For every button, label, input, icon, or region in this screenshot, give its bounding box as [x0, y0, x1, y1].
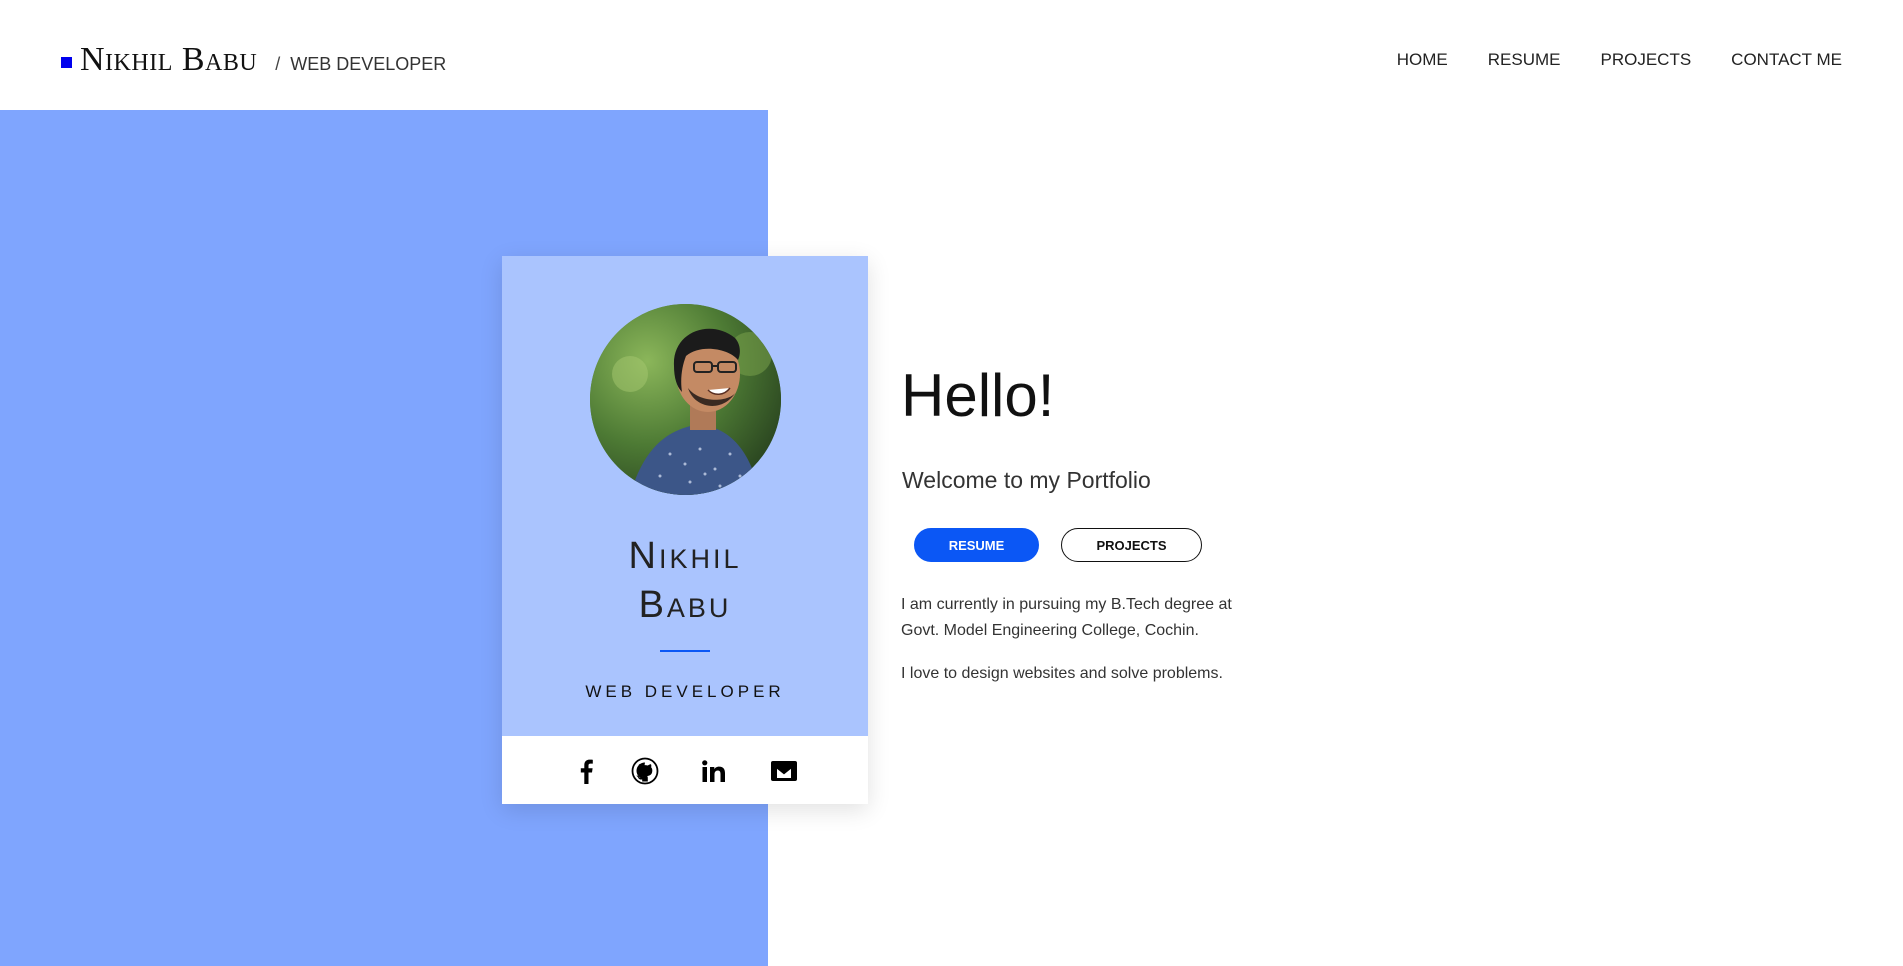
nav-contact-me[interactable]: CONTACT ME — [1731, 50, 1842, 70]
facebook-icon[interactable] — [572, 757, 600, 785]
avatar — [590, 304, 781, 495]
card-name: Nikhil Babu — [502, 532, 868, 630]
main-nav: HOME RESUME PROJECTS CONTACT ME — [1397, 50, 1842, 70]
gmail-icon[interactable] — [770, 757, 798, 785]
brand-role: WEB DEVELOPER — [290, 54, 447, 74]
avatar-photo — [590, 304, 781, 495]
nav-projects[interactable]: PROJECTS — [1600, 50, 1691, 70]
nav-resume[interactable]: RESUME — [1488, 50, 1561, 70]
brand-square-icon — [61, 57, 72, 68]
bio-paragraph-education: I am currently in pursuing my B.Tech deg… — [901, 596, 1232, 639]
page: Nikhil Babu / WEB DEVELOPER HOME RESUME … — [0, 0, 1903, 966]
hero-welcome: Welcome to my Portfolio — [902, 467, 1151, 493]
github-icon[interactable] — [631, 757, 659, 785]
projects-button[interactable]: PROJECTS — [1061, 528, 1202, 562]
social-links — [502, 736, 868, 804]
brand-name[interactable]: Nikhil Babu — [80, 41, 257, 79]
profile-card: Nikhil Babu WEB DEVELOPER — [502, 256, 868, 804]
card-name-last: Babu — [638, 584, 732, 626]
card-divider — [660, 650, 710, 652]
card-name-first: Nikhil — [628, 535, 742, 577]
card-role: WEB DEVELOPER — [585, 682, 785, 701]
brand-separator: / — [275, 54, 281, 74]
brand[interactable]: Nikhil Babu / WEB DEVELOPER — [61, 41, 446, 79]
bio: I am currently in pursuing my B.Tech deg… — [901, 592, 1261, 704]
site-header: Nikhil Babu / WEB DEVELOPER HOME RESUME … — [0, 0, 1903, 110]
linkedin-icon[interactable] — [700, 757, 728, 785]
resume-button[interactable]: RESUME — [914, 528, 1039, 562]
nav-home[interactable]: HOME — [1397, 50, 1448, 70]
hero-greeting: Hello! — [901, 362, 1055, 429]
bio-paragraph-interests: I love to design websites and solve prob… — [901, 665, 1223, 682]
